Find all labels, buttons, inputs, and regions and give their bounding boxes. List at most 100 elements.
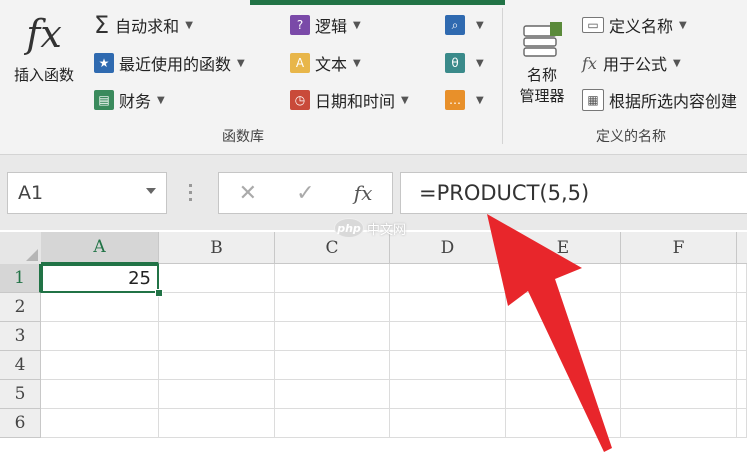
grid-cell[interactable]	[41, 351, 159, 380]
formula-bar-grip-icon[interactable]	[188, 180, 192, 208]
watermark-text: 中文网	[367, 222, 407, 238]
grid-cell[interactable]	[390, 380, 506, 409]
grid-select-icon: ▦	[582, 89, 604, 111]
grid-cell[interactable]	[390, 264, 506, 293]
grid-cell[interactable]	[41, 380, 159, 409]
chevron-down-icon: ▼	[476, 19, 484, 31]
enter-icon[interactable]: ✓	[296, 181, 314, 206]
grid-cell[interactable]	[506, 322, 621, 351]
magnifier-book-icon: ⌕	[445, 15, 465, 35]
grid-cell[interactable]	[159, 380, 275, 409]
worksheet-grid[interactable]: A B C D E F 1 2 3 4 5 6 25	[0, 232, 747, 458]
cancel-icon[interactable]: ✕	[239, 181, 257, 206]
financial-button[interactable]: ▤ 财务 ▼	[94, 87, 165, 113]
grid-cell[interactable]	[275, 293, 390, 322]
ledger-icon: ▤	[94, 90, 114, 110]
grid-cell[interactable]	[737, 293, 747, 322]
chevron-down-icon[interactable]	[146, 188, 156, 194]
grid-cell[interactable]	[621, 293, 737, 322]
fill-handle[interactable]	[155, 289, 163, 297]
grid-cell[interactable]	[506, 409, 621, 438]
grid-cell[interactable]	[621, 322, 737, 351]
logical-button[interactable]: ? 逻辑 ▼	[290, 12, 361, 38]
row-header-3[interactable]: 3	[0, 322, 41, 351]
grid-cell[interactable]	[621, 380, 737, 409]
grid-cell[interactable]	[621, 351, 737, 380]
grid-cell[interactable]	[159, 322, 275, 351]
define-name-button[interactable]: ▭ 定义名称 ▼	[582, 12, 687, 38]
autosum-button[interactable]: Σ 自动求和 ▼	[94, 11, 193, 39]
grid-cell[interactable]	[159, 351, 275, 380]
cell-a1[interactable]: 25	[41, 264, 159, 293]
chevron-down-icon: ▼	[237, 57, 245, 69]
grid-cell[interactable]	[737, 264, 747, 293]
column-header-g[interactable]	[737, 232, 747, 264]
lookup-button[interactable]: ⌕ ▼	[445, 12, 484, 38]
theta-book-icon: θ	[445, 53, 465, 73]
ribbon: fx 插入函数 Σ 自动求和 ▼ ★ 最近使用的函数 ▼ ▤ 财务 ▼ ? 逻辑…	[0, 0, 747, 155]
grid-cell[interactable]	[737, 380, 747, 409]
name-manager-label-2: 管理器	[519, 87, 565, 105]
create-from-selection-button[interactable]: ▦ 根据所选内容创建	[582, 87, 747, 113]
chevron-down-icon: ▼	[679, 19, 687, 31]
grid-cell[interactable]	[390, 409, 506, 438]
text-book-icon: A	[290, 53, 310, 73]
grid-cell[interactable]	[41, 409, 159, 438]
insert-function-icon[interactable]: fx	[354, 181, 373, 205]
tag-icon: ▭	[582, 17, 604, 33]
grid-cell[interactable]	[390, 322, 506, 351]
name-manager-icon	[523, 22, 562, 57]
column-header-d[interactable]: D	[390, 232, 506, 264]
select-all-corner[interactable]	[0, 232, 42, 265]
grid-cell[interactable]	[159, 293, 275, 322]
row-header-5[interactable]: 5	[0, 380, 41, 409]
grid-cell[interactable]	[275, 351, 390, 380]
datetime-button[interactable]: ◷ 日期和时间 ▼	[290, 87, 409, 113]
grid-cell[interactable]	[506, 264, 621, 293]
chevron-down-icon: ▼	[353, 19, 361, 31]
column-header-b[interactable]: B	[159, 232, 275, 264]
row-header-2[interactable]: 2	[0, 293, 41, 322]
name-box[interactable]: A1	[7, 172, 167, 214]
grid-cell[interactable]	[159, 264, 275, 293]
grid-cell[interactable]	[737, 351, 747, 380]
grid-cell[interactable]	[159, 409, 275, 438]
grid-cell[interactable]	[390, 351, 506, 380]
more-functions-button[interactable]: … ▼	[445, 87, 484, 113]
grid-cell[interactable]	[737, 409, 747, 438]
grid-cell[interactable]	[390, 293, 506, 322]
name-manager-button[interactable]: 名称 管理器	[510, 20, 574, 106]
use-in-formula-button[interactable]: 𝑓x 用于公式 ▼	[582, 50, 681, 76]
grid-cell[interactable]	[41, 293, 159, 322]
grid-cell[interactable]	[621, 264, 737, 293]
text-label: 文本	[315, 55, 348, 74]
grid-cell[interactable]	[275, 409, 390, 438]
grid-cell[interactable]	[41, 322, 159, 351]
grid-cell[interactable]	[737, 322, 747, 351]
text-button[interactable]: A 文本 ▼	[290, 50, 361, 76]
create-from-selection-label: 根据所选内容创建	[609, 92, 738, 111]
grid-cell[interactable]	[506, 380, 621, 409]
math-trig-button[interactable]: θ ▼	[445, 50, 484, 76]
grid-cell[interactable]	[275, 322, 390, 351]
row-header-6[interactable]: 6	[0, 409, 41, 438]
insert-function-button[interactable]: fx 插入函数	[6, 14, 82, 85]
formula-input[interactable]: =PRODUCT(5,5)	[400, 172, 747, 214]
column-header-a[interactable]: A	[41, 232, 159, 264]
grid-cell[interactable]	[275, 264, 390, 293]
row-header-4[interactable]: 4	[0, 351, 41, 380]
ribbon-group-separator	[502, 8, 503, 144]
row-header-1[interactable]: 1	[0, 264, 41, 293]
fx-small-icon: 𝑓x	[582, 53, 597, 73]
grid-cell[interactable]	[621, 409, 737, 438]
define-name-label: 定义名称	[609, 17, 674, 36]
column-header-e[interactable]: E	[506, 232, 621, 264]
grid-cell[interactable]	[506, 293, 621, 322]
grid-cell[interactable]	[506, 351, 621, 380]
grid-cell[interactable]	[275, 380, 390, 409]
recent-functions-button[interactable]: ★ 最近使用的函数 ▼	[94, 50, 245, 76]
watermark: php 中文网	[334, 218, 406, 238]
group-label-defined-names: 定义的名称	[596, 129, 666, 145]
question-book-icon: ?	[290, 15, 310, 35]
column-header-f[interactable]: F	[621, 232, 737, 264]
